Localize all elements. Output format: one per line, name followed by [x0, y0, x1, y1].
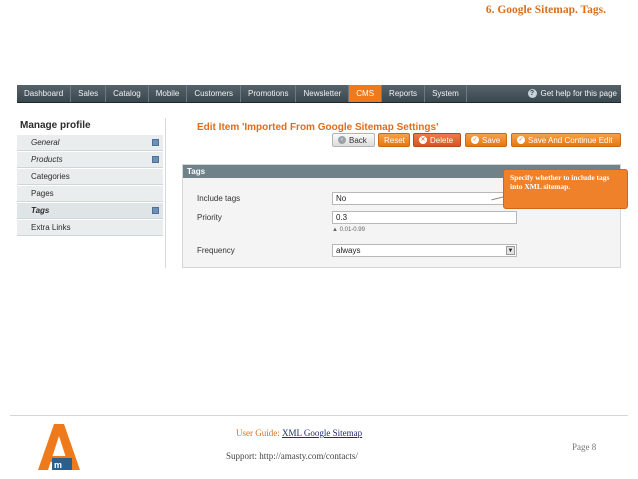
check-icon: ✓: [471, 135, 479, 144]
reset-label: Reset: [384, 136, 405, 145]
hint-arrow-icon: ▲: [332, 227, 338, 233]
sidebar-item-categories[interactable]: Categories: [17, 169, 163, 185]
priority-range-note: 0.01-0.99: [339, 227, 365, 233]
callout-tooltip: Specify whether to include tags into XML…: [503, 169, 628, 209]
nav-promotions[interactable]: Promotions: [241, 85, 297, 102]
save-continue-label: Save And Continue Edit: [528, 136, 613, 145]
sidebar-item-label: Products: [31, 155, 63, 164]
sidebar-item-pages[interactable]: Pages: [17, 186, 163, 202]
nav-system[interactable]: System: [425, 85, 467, 102]
page-title: Edit Item 'Imported From Google Sitemap …: [197, 122, 439, 133]
delete-label: Delete: [430, 136, 454, 145]
back-arrow-icon: ‹: [338, 135, 346, 144]
include-tags-label: Include tags: [197, 194, 241, 203]
sidebar-item-label: Pages: [31, 189, 54, 198]
help-icon: ?: [527, 89, 537, 98]
reset-button[interactable]: Reset: [378, 133, 410, 147]
changed-flag-icon: [152, 156, 159, 163]
priority-hint: ▲ 0.01-0.99: [332, 227, 365, 233]
sidebar-item-products[interactable]: Products: [17, 152, 163, 168]
frequency-value: always: [336, 246, 361, 255]
svg-text:m: m: [54, 460, 62, 470]
help-label: Get help for this page: [540, 89, 618, 98]
user-guide-prefix: User Guide:: [236, 428, 280, 438]
nav-sales[interactable]: Sales: [71, 85, 107, 102]
sidebar-item-extra-links[interactable]: Extra Links: [17, 220, 163, 236]
include-tags-select[interactable]: No: [332, 192, 517, 205]
help-link[interactable]: ? Get help for this page: [527, 89, 622, 98]
page-number: Page 8: [572, 442, 597, 452]
nav-cms[interactable]: CMS: [349, 85, 383, 102]
nav-catalog[interactable]: Catalog: [106, 85, 149, 102]
sidebar: Manage profile General Products Categori…: [17, 118, 166, 268]
changed-flag-icon: [152, 139, 159, 146]
footer-divider: [10, 415, 628, 416]
save-button[interactable]: ✓ Save: [465, 133, 507, 147]
save-label: Save: [482, 136, 501, 145]
nav-newsletter[interactable]: Newsletter: [296, 85, 350, 102]
frequency-label: Frequency: [197, 246, 235, 255]
admin-nav-bar: Dashboard Sales Catalog Mobile Customers…: [17, 85, 621, 103]
nav-customers[interactable]: Customers: [187, 85, 241, 102]
sidebar-item-label: Extra Links: [31, 223, 71, 232]
sidebar-item-tags[interactable]: Tags: [17, 203, 163, 219]
sidebar-item-label: Tags: [31, 206, 50, 215]
save-and-continue-button[interactable]: ✓ Save And Continue Edit: [511, 133, 621, 147]
sidebar-item-label: Categories: [31, 172, 70, 181]
nav-mobile[interactable]: Mobile: [149, 85, 188, 102]
delete-button[interactable]: ✕ Delete: [413, 133, 461, 147]
check-icon: ✓: [517, 135, 525, 144]
priority-input[interactable]: 0.3: [332, 211, 517, 224]
dropdown-arrow-icon[interactable]: ▼: [506, 246, 515, 255]
frequency-select[interactable]: always ▼: [332, 244, 517, 257]
back-label: Back: [349, 136, 367, 145]
include-tags-value: No: [336, 194, 347, 203]
sidebar-title: Manage profile: [20, 120, 91, 131]
delete-icon: ✕: [419, 135, 427, 144]
nav-dashboard[interactable]: Dashboard: [17, 85, 72, 102]
sidebar-item-label: General: [31, 138, 60, 147]
changed-flag-icon: [152, 207, 159, 214]
priority-value: 0.3: [336, 213, 348, 222]
user-guide-link[interactable]: XML Google Sitemap: [282, 428, 362, 438]
user-guide-line: User Guide: XML Google Sitemap: [236, 428, 362, 438]
nav-reports[interactable]: Reports: [382, 85, 426, 102]
back-button[interactable]: ‹ Back: [332, 133, 375, 147]
support-line: Support: http://amasty.com/contacts/: [226, 451, 358, 461]
priority-label: Priority: [197, 213, 222, 222]
sidebar-item-general[interactable]: General: [17, 135, 163, 151]
amasty-logo: m: [34, 420, 84, 472]
document-title: 6. Google Sitemap. Tags.: [485, 4, 606, 16]
